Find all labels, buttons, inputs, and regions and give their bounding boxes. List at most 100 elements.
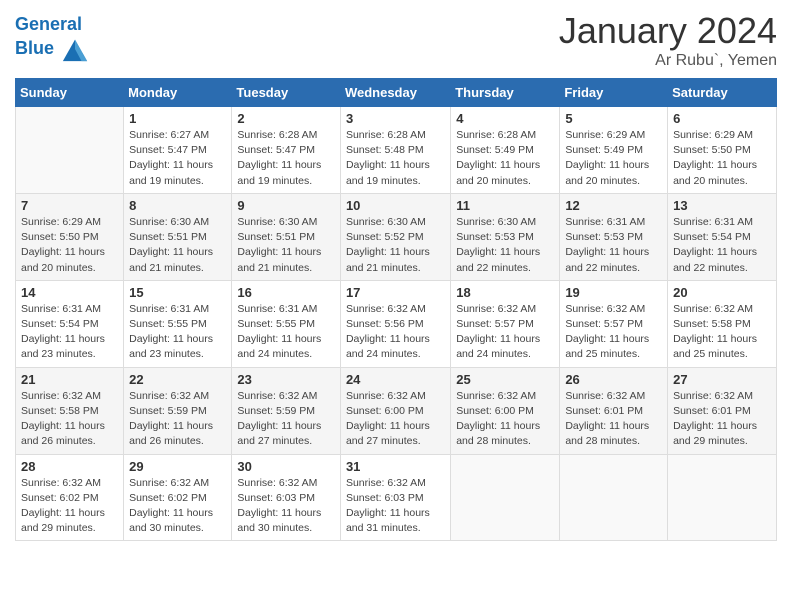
day-info: Sunrise: 6:32 AM Sunset: 5:58 PM Dayligh… [21,389,118,450]
day-number: 3 [346,111,445,126]
header-row: SundayMondayTuesdayWednesdayThursdayFrid… [16,79,777,107]
logo: General Blue [15,15,89,63]
day-cell: 15 Sunrise: 6:31 AM Sunset: 5:55 PM Dayli… [124,280,232,367]
day-number: 23 [237,372,335,387]
day-cell: 6 Sunrise: 6:29 AM Sunset: 5:50 PM Daylig… [668,107,777,194]
title-area: January 2024 Ar Rubu`, Yemen [559,10,777,70]
day-info: Sunrise: 6:29 AM Sunset: 5:49 PM Dayligh… [565,128,662,189]
day-info: Sunrise: 6:32 AM Sunset: 6:00 PM Dayligh… [456,389,554,450]
day-info: Sunrise: 6:29 AM Sunset: 5:50 PM Dayligh… [673,128,771,189]
day-number: 14 [21,285,118,300]
day-info: Sunrise: 6:28 AM Sunset: 5:49 PM Dayligh… [456,128,554,189]
logo-blue: Blue [15,38,54,58]
calendar-table: SundayMondayTuesdayWednesdayThursdayFrid… [15,78,777,541]
day-number: 21 [21,372,118,387]
day-number: 19 [565,285,662,300]
header-saturday: Saturday [668,79,777,107]
day-info: Sunrise: 6:32 AM Sunset: 5:58 PM Dayligh… [673,302,771,363]
day-cell [560,454,668,541]
day-cell: 21 Sunrise: 6:32 AM Sunset: 5:58 PM Dayli… [16,367,124,454]
day-cell: 28 Sunrise: 6:32 AM Sunset: 6:02 PM Dayli… [16,454,124,541]
day-cell: 7 Sunrise: 6:29 AM Sunset: 5:50 PM Daylig… [16,193,124,280]
day-cell: 13 Sunrise: 6:31 AM Sunset: 5:54 PM Dayli… [668,193,777,280]
day-info: Sunrise: 6:32 AM Sunset: 6:02 PM Dayligh… [129,476,226,537]
day-cell: 8Sunrise: 6:30 AM Sunset: 5:51 PM Daylig… [124,193,232,280]
day-info: Sunrise: 6:28 AM Sunset: 5:47 PM Dayligh… [237,128,335,189]
day-info: Sunrise: 6:30 AM Sunset: 5:53 PM Dayligh… [456,215,554,276]
day-cell: 26 Sunrise: 6:32 AM Sunset: 6:01 PM Dayli… [560,367,668,454]
day-info: Sunrise: 6:29 AM Sunset: 5:50 PM Dayligh… [21,215,118,276]
day-number: 17 [346,285,445,300]
week-row-2: 7 Sunrise: 6:29 AM Sunset: 5:50 PM Daylig… [16,193,777,280]
day-number: 4 [456,111,554,126]
day-number: 28 [21,459,118,474]
header-monday: Monday [124,79,232,107]
day-number: 31 [346,459,445,474]
day-cell: 19 Sunrise: 6:32 AM Sunset: 5:57 PM Dayli… [560,280,668,367]
day-info: Sunrise: 6:31 AM Sunset: 5:55 PM Dayligh… [237,302,335,363]
header-wednesday: Wednesday [340,79,450,107]
day-info: Sunrise: 6:28 AM Sunset: 5:48 PM Dayligh… [346,128,445,189]
day-cell: 16 Sunrise: 6:31 AM Sunset: 5:55 PM Dayli… [232,280,341,367]
day-info: Sunrise: 6:32 AM Sunset: 5:57 PM Dayligh… [456,302,554,363]
day-info: Sunrise: 6:32 AM Sunset: 5:56 PM Dayligh… [346,302,445,363]
day-number: 15 [129,285,226,300]
day-info: Sunrise: 6:32 AM Sunset: 5:57 PM Dayligh… [565,302,662,363]
day-cell: 1 Sunrise: 6:27 AM Sunset: 5:47 PM Daylig… [124,107,232,194]
day-number: 11 [456,198,554,213]
day-number: 24 [346,372,445,387]
day-info: Sunrise: 6:32 AM Sunset: 6:03 PM Dayligh… [346,476,445,537]
day-info: Sunrise: 6:31 AM Sunset: 5:55 PM Dayligh… [129,302,226,363]
day-cell: 3 Sunrise: 6:28 AM Sunset: 5:48 PM Daylig… [340,107,450,194]
day-cell: 29 Sunrise: 6:32 AM Sunset: 6:02 PM Dayli… [124,454,232,541]
day-cell [668,454,777,541]
day-cell: 27Sunrise: 6:32 AM Sunset: 6:01 PM Dayli… [668,367,777,454]
header-tuesday: Tuesday [232,79,341,107]
day-number: 29 [129,459,226,474]
day-number: 22 [129,372,226,387]
day-number: 5 [565,111,662,126]
day-cell: 18 Sunrise: 6:32 AM Sunset: 5:57 PM Dayli… [451,280,560,367]
day-cell: 14 Sunrise: 6:31 AM Sunset: 5:54 PM Dayli… [16,280,124,367]
day-info: Sunrise: 6:31 AM Sunset: 5:54 PM Dayligh… [21,302,118,363]
day-cell: 11 Sunrise: 6:30 AM Sunset: 5:53 PM Dayli… [451,193,560,280]
day-number: 30 [237,459,335,474]
day-info: Sunrise: 6:27 AM Sunset: 5:47 PM Dayligh… [129,128,226,189]
day-number: 7 [21,198,118,213]
day-cell: 9Sunrise: 6:30 AM Sunset: 5:51 PM Daylig… [232,193,341,280]
day-cell: 5 Sunrise: 6:29 AM Sunset: 5:49 PM Daylig… [560,107,668,194]
header-friday: Friday [560,79,668,107]
day-number: 6 [673,111,771,126]
day-cell: 24 Sunrise: 6:32 AM Sunset: 6:00 PM Dayli… [340,367,450,454]
week-row-4: 21 Sunrise: 6:32 AM Sunset: 5:58 PM Dayli… [16,367,777,454]
day-number: 16 [237,285,335,300]
day-info: Sunrise: 6:32 AM Sunset: 5:59 PM Dayligh… [237,389,335,450]
day-cell: 25 Sunrise: 6:32 AM Sunset: 6:00 PM Dayli… [451,367,560,454]
day-number: 12 [565,198,662,213]
day-number: 25 [456,372,554,387]
day-cell: 10Sunrise: 6:30 AM Sunset: 5:52 PM Dayli… [340,193,450,280]
logo-icon [61,35,89,63]
week-row-3: 14 Sunrise: 6:31 AM Sunset: 5:54 PM Dayli… [16,280,777,367]
day-cell [16,107,124,194]
day-number: 10 [346,198,445,213]
day-cell: 30 Sunrise: 6:32 AM Sunset: 6:03 PM Dayli… [232,454,341,541]
day-number: 2 [237,111,335,126]
day-number: 26 [565,372,662,387]
day-number: 13 [673,198,771,213]
location-subtitle: Ar Rubu`, Yemen [559,52,777,70]
day-number: 1 [129,111,226,126]
day-info: Sunrise: 6:32 AM Sunset: 6:01 PM Dayligh… [673,389,771,450]
day-info: Sunrise: 6:32 AM Sunset: 6:00 PM Dayligh… [346,389,445,450]
day-cell: 12 Sunrise: 6:31 AM Sunset: 5:53 PM Dayli… [560,193,668,280]
day-info: Sunrise: 6:31 AM Sunset: 5:53 PM Dayligh… [565,215,662,276]
day-info: Sunrise: 6:32 AM Sunset: 6:03 PM Dayligh… [237,476,335,537]
day-info: Sunrise: 6:32 AM Sunset: 6:01 PM Dayligh… [565,389,662,450]
day-cell [451,454,560,541]
week-row-1: 1 Sunrise: 6:27 AM Sunset: 5:47 PM Daylig… [16,107,777,194]
day-info: Sunrise: 6:31 AM Sunset: 5:54 PM Dayligh… [673,215,771,276]
day-info: Sunrise: 6:32 AM Sunset: 6:02 PM Dayligh… [21,476,118,537]
logo-general: General [15,14,82,34]
month-title: January 2024 [559,10,777,52]
day-number: 18 [456,285,554,300]
